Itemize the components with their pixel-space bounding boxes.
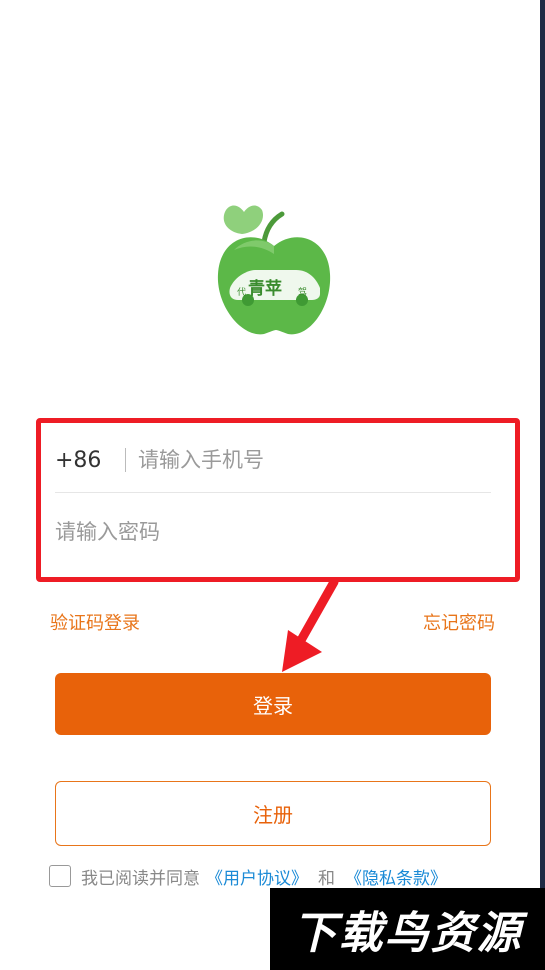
annotation-highlight-box xyxy=(36,418,520,582)
qingping-apple-logo-icon xyxy=(217,205,331,335)
agreement-row: 我已阅读并同意 《用户协议》 和 《隐私条款》 xyxy=(49,862,453,890)
agreement-checkbox[interactable] xyxy=(49,865,71,887)
agreement-and: 和 xyxy=(318,868,335,889)
logo-text: 青苹 xyxy=(248,279,282,299)
sms-login-link[interactable]: 验证码登录 xyxy=(50,609,140,635)
logo-side-left: 代 xyxy=(237,288,247,298)
watermark-logo: 下载鸟资源 xyxy=(270,888,545,970)
forgot-password-link[interactable]: 忘记密码 xyxy=(423,609,495,635)
agreement-prefix: 我已阅读并同意 xyxy=(81,868,200,889)
user-agreement-link[interactable]: 《用户协议》 xyxy=(206,864,308,889)
register-button[interactable]: 注册 xyxy=(55,781,491,846)
logo-side-right: 驾 xyxy=(298,288,308,298)
privacy-policy-link[interactable]: 《隐私条款》 xyxy=(345,864,447,889)
login-screen: 青苹 代 驾 +86 验证码登录 忘记密码 登录 注册 我已阅读并同意 《用户协… xyxy=(0,0,540,970)
annotation-arrow-icon xyxy=(282,578,339,672)
login-button[interactable]: 登录 xyxy=(55,673,491,735)
